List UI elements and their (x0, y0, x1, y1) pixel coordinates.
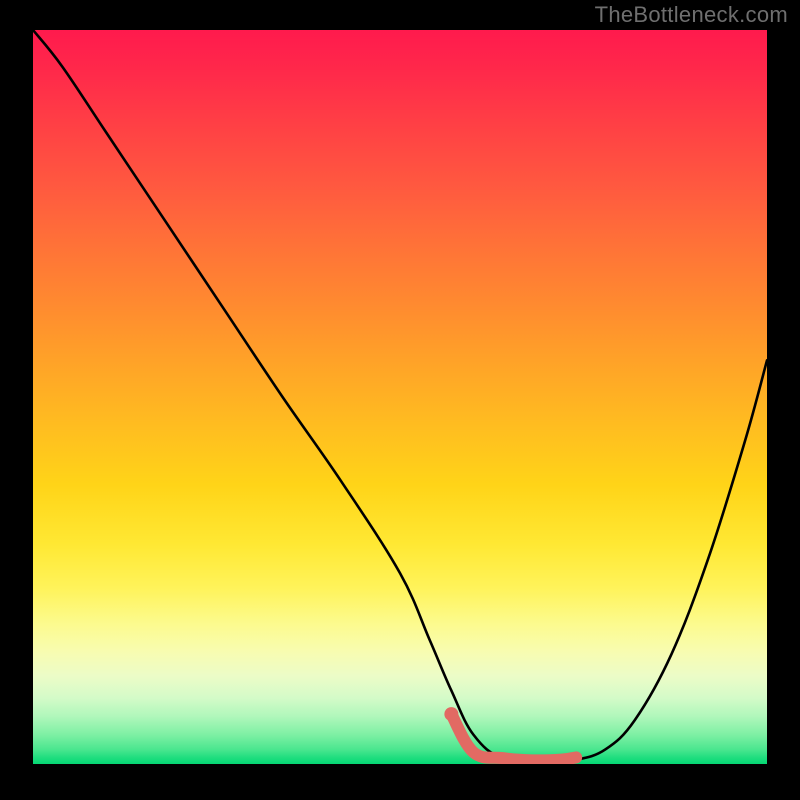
chart-frame: TheBottleneck.com (0, 0, 800, 800)
highlight-segment (451, 714, 576, 760)
optimum-marker (444, 707, 458, 721)
watermark: TheBottleneck.com (595, 2, 788, 28)
plot-area (33, 30, 767, 764)
bottleneck-curve (33, 30, 767, 761)
chart-svg (33, 30, 767, 764)
